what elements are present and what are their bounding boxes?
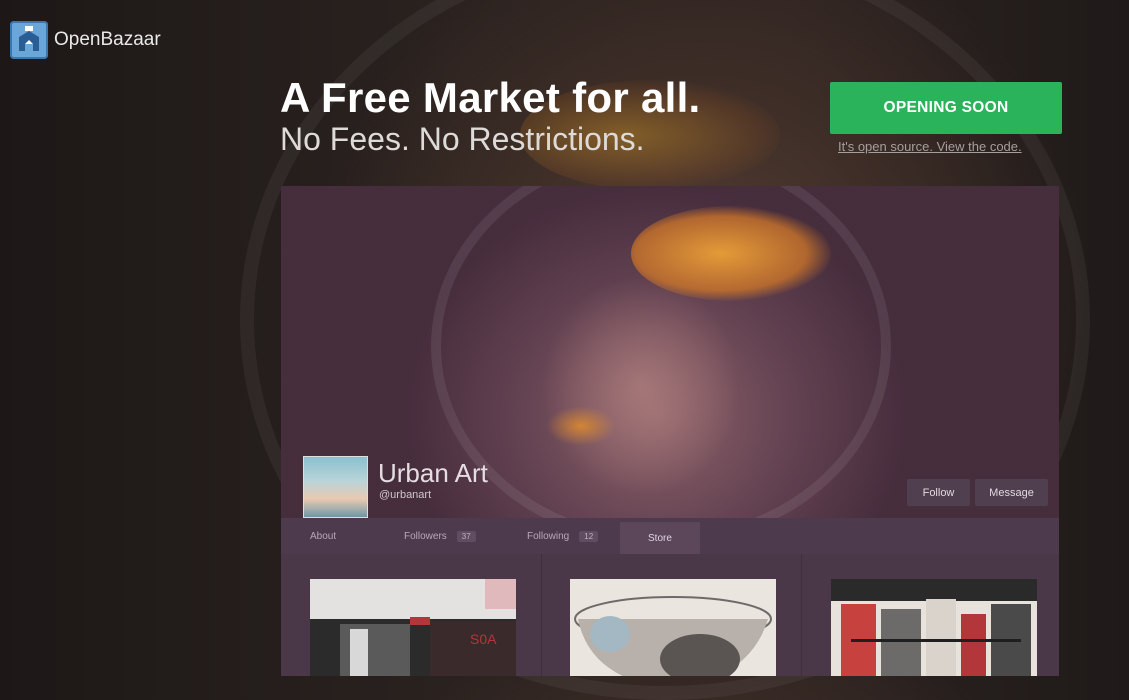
listing-item-artwork[interactable] bbox=[831, 579, 1037, 676]
brand-name: OpenBazaar bbox=[54, 29, 161, 50]
store-name: Urban Art bbox=[378, 458, 488, 488]
listing-item-artwork[interactable] bbox=[570, 579, 776, 676]
grid-divider bbox=[541, 554, 542, 676]
store-handle: @urbanart bbox=[379, 489, 432, 501]
openbazaar-logo-icon bbox=[10, 21, 48, 59]
tab-followers[interactable]: Followers 37 bbox=[404, 518, 476, 554]
headline: A Free Market for all. bbox=[280, 74, 701, 121]
following-count-badge: 12 bbox=[579, 530, 599, 542]
tab-following[interactable]: Following 12 bbox=[527, 518, 599, 554]
tab-about[interactable]: About bbox=[310, 518, 336, 554]
store-preview-screenshot: Urban Art @urbanart Follow Message About… bbox=[281, 186, 1059, 676]
view-code-link[interactable]: It's open source. View the code. bbox=[838, 139, 1022, 154]
brand[interactable]: OpenBazaar bbox=[10, 21, 161, 59]
tab-label: Followers bbox=[404, 530, 447, 542]
banner-small-fish-image bbox=[546, 406, 616, 446]
follow-button[interactable]: Follow bbox=[907, 479, 970, 506]
message-button[interactable]: Message bbox=[975, 479, 1048, 506]
opening-soon-button[interactable]: OPENING SOON bbox=[830, 82, 1062, 134]
tab-label: Following bbox=[527, 530, 570, 542]
svg-text:S0A: S0A bbox=[470, 631, 497, 647]
store-avatar bbox=[303, 456, 368, 518]
subheadline: No Fees. No Restrictions. bbox=[280, 121, 645, 157]
tab-label: Store bbox=[648, 532, 672, 544]
store-tabs: About Followers 37 Following 12 Store bbox=[281, 518, 1059, 554]
grid-divider bbox=[801, 554, 802, 676]
listing-item-artwork[interactable]: S0A bbox=[310, 579, 516, 676]
banner-fish-image bbox=[631, 206, 831, 301]
followers-count-badge: 37 bbox=[456, 530, 476, 542]
tab-label: About bbox=[310, 530, 337, 542]
tab-store[interactable]: Store bbox=[620, 522, 700, 554]
